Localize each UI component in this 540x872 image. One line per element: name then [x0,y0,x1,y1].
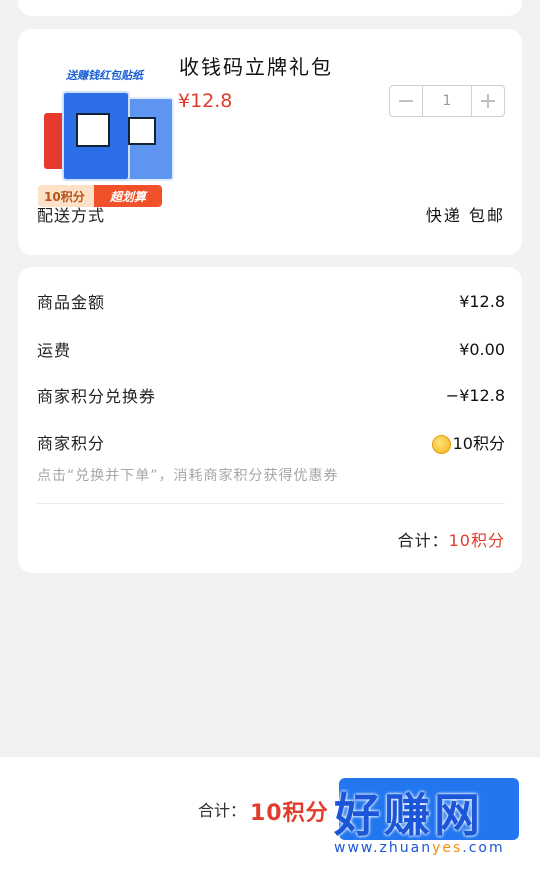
summary-row-goods-amount: 商品金额 ¥12.8 [37,289,505,313]
minus-icon: − [396,88,416,114]
watermark-url-suffix: .com [462,840,505,856]
summary-row-label: 商家积分 [37,434,106,453]
qr-code-icon [76,113,110,147]
points-value: 10积分 [431,430,505,454]
summary-row-label: 商品金额 [37,293,106,312]
summary-total: 合计：10积分 [398,527,505,551]
delivery-value: 快递 包邮 [425,206,505,225]
watermark-logo: 好赚网 www.zhuanyes.com [334,792,534,856]
summary-row-shipping: 运费 ¥0.00 [37,337,505,361]
divider [37,503,505,504]
product-price: ¥12.8 [178,90,233,112]
watermark-url: www.zhuanyes.com [334,840,534,856]
summary-total-value: 10积分 [448,531,505,550]
watermark-url-prefix: www.zhuan [334,840,433,856]
watermark-url-accent: yes [432,840,463,856]
product-card: 送赚钱红包贴纸 10积分 超划算 收钱码立牌礼包 ¥12.8 − 1 + 配送方… [18,29,522,255]
increase-button[interactable]: + [472,86,504,116]
qr-code-icon [128,117,156,145]
bar-total-label: 合计： [198,801,247,820]
decrease-button[interactable]: − [390,86,422,116]
plus-icon: + [478,88,498,114]
summary-row-value: ¥0.00 [459,339,505,359]
previous-card [18,0,522,16]
coin-icon [431,435,451,454]
watermark-main-text: 好赚网 [334,788,484,842]
summary-row-voucher: 商家积分兑换券 −¥12.8 [37,383,505,407]
summary-row-label: 运费 [37,341,72,360]
product-name: 收钱码立牌礼包 [179,55,333,79]
summary-row-points: 商家积分 10积分 [37,430,505,454]
exchange-hint: 点击“兑换并下单”，消耗商家积分获得优惠券 [37,468,339,484]
summary-row-value: −¥12.8 [445,385,505,405]
quantity-value[interactable]: 1 [422,86,472,116]
summary-row-value: 10积分 [452,434,505,453]
delivery-label: 配送方式 [37,206,106,225]
summary-row-value: ¥12.8 [459,291,505,311]
order-summary-card: 商品金额 ¥12.8 运费 ¥0.00 商家积分兑换券 −¥12.8 商家积分 … [18,267,522,573]
quantity-stepper: − 1 + [389,85,505,117]
summary-total-label: 合计： [397,531,449,550]
bar-total-value: 10积分 [250,801,329,826]
product-image[interactable]: 送赚钱红包贴纸 10积分 超划算 [38,59,180,209]
delivery-row: 配送方式 快递 包邮 [37,202,505,226]
image-banner-text: 送赚钱红包贴纸 [66,69,143,82]
summary-row-label: 商家积分兑换券 [37,387,157,406]
